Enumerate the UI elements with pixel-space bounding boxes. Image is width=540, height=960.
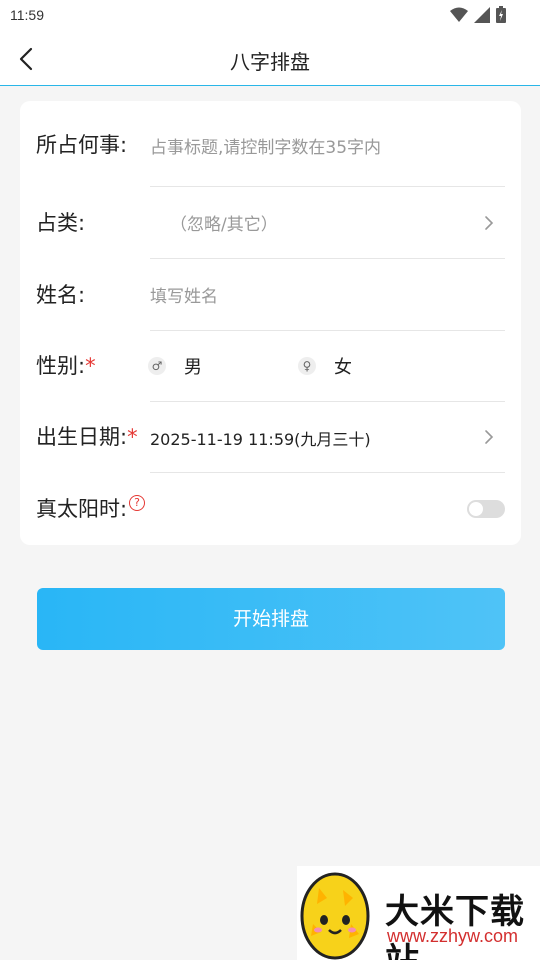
- category-label: 占类:: [36, 211, 86, 235]
- required-mark: *: [85, 354, 96, 378]
- gender-options: ♂ 男 ♀ 女: [148, 353, 448, 379]
- egg-mascot-icon: [300, 872, 370, 960]
- chevron-right-icon[interactable]: [483, 215, 495, 231]
- matter-label: 所占何事:: [36, 133, 128, 157]
- solar-time-label-text: 真太阳时:: [36, 497, 128, 521]
- birth-label-text: 出生日期:: [36, 425, 128, 449]
- help-icon[interactable]: ?: [129, 495, 146, 511]
- matter-input[interactable]: 占事标题,请控制字数在35字内: [150, 133, 381, 158]
- matter-row: 所占何事: 占事标题,请控制字数在35字内: [20, 101, 521, 187]
- solar-time-label: 真太阳时:?: [36, 473, 146, 545]
- start-button[interactable]: 开始排盘: [37, 588, 505, 650]
- male-icon: ♂: [148, 357, 166, 375]
- birth-row[interactable]: 出生日期:* 2025-11-19 11:59(九月三十): [20, 401, 521, 473]
- name-input[interactable]: 填写姓名: [150, 282, 218, 307]
- birth-label: 出生日期:*: [36, 401, 138, 473]
- name-row: 姓名: 填写姓名: [20, 259, 521, 331]
- gender-option-label: 女: [334, 357, 352, 378]
- name-label: 姓名:: [36, 283, 86, 307]
- watermark-title: 大米下载站: [385, 892, 525, 960]
- status-bar: 11:59: [0, 0, 540, 32]
- signal-icon: [474, 6, 490, 23]
- battery-icon: [496, 6, 506, 23]
- solar-time-row: 真太阳时:?: [20, 473, 521, 545]
- gender-option-label: 男: [184, 357, 202, 378]
- status-icons: [450, 6, 506, 23]
- category-value[interactable]: （忽略/其它）: [170, 210, 278, 235]
- status-time: 11:59: [10, 7, 44, 23]
- required-mark: *: [127, 425, 138, 449]
- wifi-icon: [450, 7, 468, 22]
- solar-time-toggle[interactable]: [467, 500, 505, 518]
- chevron-right-icon[interactable]: [483, 429, 495, 445]
- watermark-url: www.zzhyw.com: [387, 926, 519, 946]
- category-row[interactable]: 占类: （忽略/其它）: [20, 187, 521, 259]
- toggle-knob: [469, 502, 483, 516]
- form-card: 所占何事: 占事标题,请控制字数在35字内 占类: （忽略/其它） 姓名: 填写…: [20, 101, 521, 545]
- app-bar: 八字排盘: [0, 32, 540, 86]
- gender-label-text: 性别:: [36, 354, 86, 378]
- gender-option-male[interactable]: ♂ 男: [148, 353, 202, 379]
- page-title: 八字排盘: [230, 50, 310, 74]
- birth-value[interactable]: 2025-11-19 11:59(九月三十): [150, 426, 371, 450]
- watermark: 大米下载站 www.zzhyw.com: [297, 866, 540, 960]
- gender-label: 性别:*: [36, 330, 96, 402]
- female-icon: ♀: [298, 357, 316, 375]
- gender-option-female[interactable]: ♀ 女: [298, 353, 352, 379]
